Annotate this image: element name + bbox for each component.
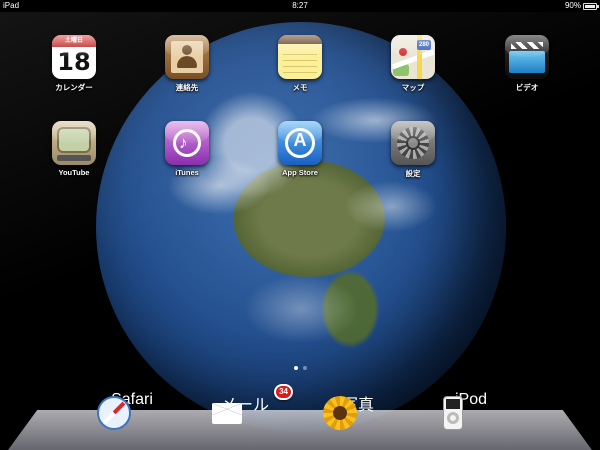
app-store-icon: A bbox=[278, 121, 322, 165]
clock: 8:27 bbox=[292, 1, 308, 10]
dock-app-ipod[interactable]: iPod bbox=[431, 391, 511, 430]
map-pin-icon bbox=[399, 48, 407, 56]
calendar-weekday: 土曜日 bbox=[52, 35, 96, 47]
app-itunes[interactable]: ♪ iTunes bbox=[147, 121, 227, 177]
app-label: App Store bbox=[282, 168, 318, 177]
app-app-store[interactable]: A App Store bbox=[260, 121, 340, 177]
youtube-icon bbox=[52, 121, 96, 165]
calendar-icon: 土曜日 18 bbox=[52, 35, 96, 79]
maps-icon: 280 bbox=[391, 35, 435, 79]
page-dot[interactable] bbox=[293, 366, 298, 370]
app-calendar[interactable]: 土曜日 18 カレンダー bbox=[34, 35, 114, 93]
battery-indicator: 90% bbox=[564, 0, 599, 12]
itunes-icon: ♪ bbox=[165, 121, 209, 165]
page-indicator[interactable] bbox=[0, 366, 600, 370]
battery-percent: 90% bbox=[564, 1, 581, 10]
app-settings[interactable]: 設定 bbox=[373, 121, 453, 179]
dock-app-mail[interactable]: 34 メール bbox=[205, 384, 293, 424]
app-contacts[interactable]: 連絡先 bbox=[147, 35, 227, 93]
app-label: 連絡先 bbox=[175, 83, 199, 92]
dock-app-photos[interactable]: 写真 bbox=[318, 391, 398, 430]
app-maps[interactable]: 280 マップ bbox=[373, 35, 453, 93]
battery-fill bbox=[585, 4, 595, 8]
page-dot[interactable] bbox=[302, 366, 307, 370]
app-label: ビデオ bbox=[515, 83, 539, 92]
app-youtube[interactable]: YouTube bbox=[34, 121, 114, 177]
app-label: マップ bbox=[401, 83, 425, 92]
app-notes[interactable]: メモ bbox=[260, 35, 340, 93]
app-videos[interactable]: ビデオ bbox=[487, 35, 567, 93]
dock-shelf bbox=[8, 410, 592, 450]
app-label: iTunes bbox=[175, 168, 199, 177]
app-label: カレンダー bbox=[55, 83, 93, 92]
video-icon bbox=[505, 35, 549, 79]
settings-icon bbox=[391, 121, 435, 165]
highway-shield: 280 bbox=[417, 40, 431, 50]
app-label: 設定 bbox=[405, 169, 421, 178]
battery-icon bbox=[583, 2, 599, 10]
contacts-icon bbox=[165, 35, 209, 79]
dock-app-safari[interactable]: Safari bbox=[92, 391, 172, 430]
mail-badge: 34 bbox=[274, 384, 293, 400]
app-label: メモ bbox=[292, 83, 308, 92]
notes-icon bbox=[278, 35, 322, 79]
status-bar: iPad 8:27 90% bbox=[0, 0, 600, 12]
app-label: YouTube bbox=[58, 168, 90, 177]
calendar-day: 18 bbox=[57, 48, 91, 76]
